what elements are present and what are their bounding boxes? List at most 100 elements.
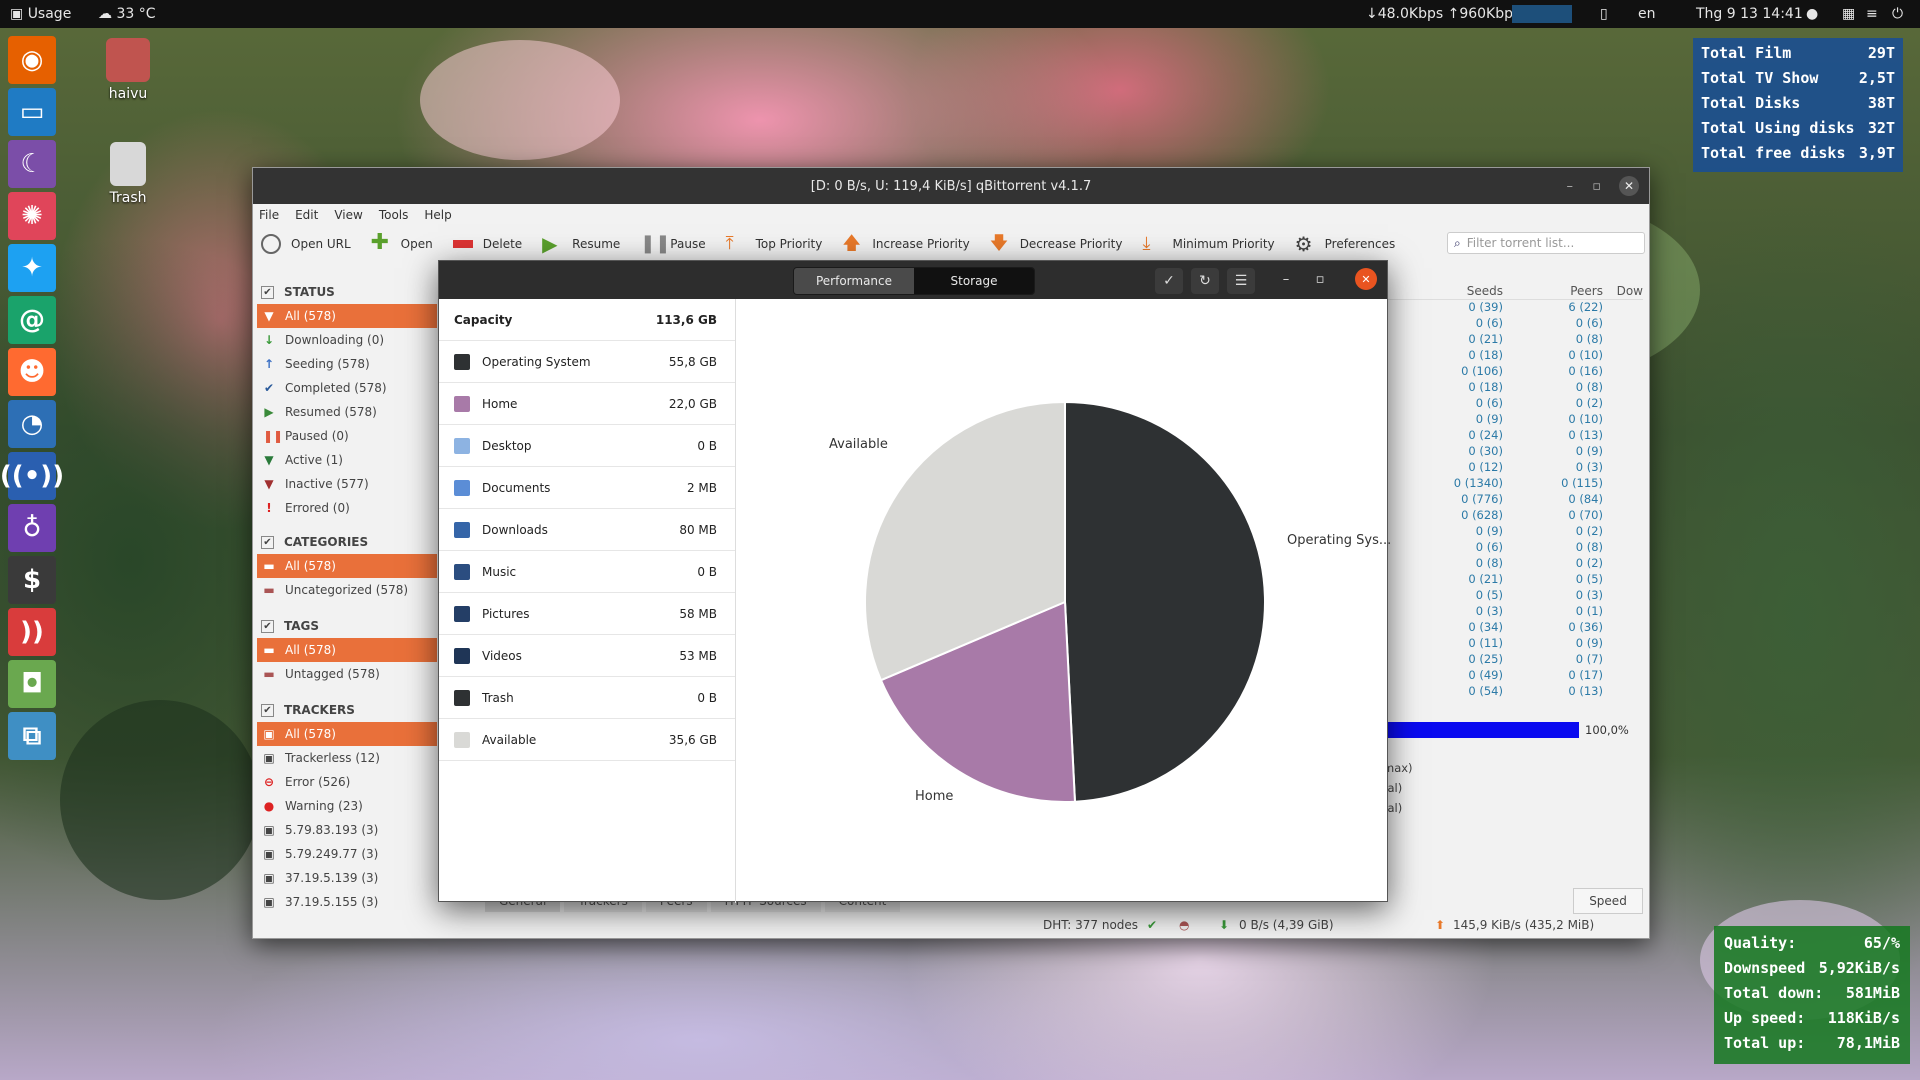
twitter-icon[interactable]: ✦	[8, 244, 56, 292]
record-dot-icon[interactable]: ●	[1806, 6, 1818, 22]
filter-input[interactable]: ⌕ Filter torrent list...	[1447, 232, 1645, 254]
net-speed[interactable]: ↓48.0Kbps ↑960Kbps	[1366, 6, 1520, 22]
tracker-trackerless[interactable]: ▣ Trackerless (12)	[257, 746, 437, 770]
tracker-host[interactable]: ▣ 5.79.249.77 (3)	[257, 842, 437, 866]
table-row[interactable]: 0 (6) 0 (8)	[1383, 540, 1643, 556]
trackers-header[interactable]: ✔ TRACKERS	[257, 698, 437, 722]
table-row[interactable]: 0 (25) 0 (7)	[1383, 652, 1643, 668]
night-mode-icon[interactable]: ☾	[8, 140, 56, 188]
tracker-host[interactable]: ▣ 37.19.5.139 (3)	[257, 866, 437, 890]
lang-indicator[interactable]: en	[1638, 6, 1656, 22]
table-row[interactable]: 0 (3) 0 (1)	[1383, 604, 1643, 620]
speedometer-icon[interactable]: ◔	[8, 400, 56, 448]
status-active[interactable]: ▼ Active (1)	[257, 448, 437, 472]
power-icon[interactable]: ⏻	[1892, 6, 1903, 22]
close-icon[interactable]: ✕	[1355, 268, 1377, 290]
delete-button[interactable]: Delete	[452, 237, 522, 251]
menu-icon[interactable]: ☰	[1227, 268, 1255, 294]
gamepad-icon[interactable]: ◘	[8, 660, 56, 708]
table-row[interactable]: 0 (9) 0 (2)	[1383, 524, 1643, 540]
table-row[interactable]: 0 (34) 0 (36)	[1383, 620, 1643, 636]
menu-help[interactable]: Help	[424, 208, 451, 222]
table-row[interactable]: 0 (5) 0 (3)	[1383, 588, 1643, 604]
weather-indicator[interactable]: ☁ 33 °C	[98, 6, 156, 22]
settings-icon[interactable]: ≡	[1866, 6, 1878, 22]
maximize-icon[interactable]: ▫	[1592, 179, 1601, 194]
maximize-icon[interactable]: ▫	[1309, 268, 1331, 290]
tab-storage[interactable]: Storage	[914, 268, 1034, 294]
table-row[interactable]: 0 (628) 0 (70)	[1383, 508, 1643, 524]
speed-limit-icon[interactable]: ◓	[1179, 918, 1189, 932]
tag-all[interactable]: ▬ All (578)	[257, 638, 437, 662]
decrease-priority-button[interactable]: 🡇 Decrease Priority	[990, 234, 1123, 254]
table-row[interactable]: 0 (24) 0 (13)	[1383, 428, 1643, 444]
status-errored[interactable]: ! Errored (0)	[257, 496, 437, 520]
open-button[interactable]: ✚ Open	[371, 232, 433, 254]
table-row[interactable]: 0 (11) 0 (9)	[1383, 636, 1643, 652]
download-header[interactable]: Dow	[1603, 280, 1643, 299]
status-inactive[interactable]: ▼ Inactive (577)	[257, 472, 437, 496]
tracker-all[interactable]: ▣ All (578)	[257, 722, 437, 746]
table-row[interactable]: 0 (30) 0 (9)	[1383, 444, 1643, 460]
menu-file[interactable]: File	[259, 208, 279, 222]
storage-row[interactable]: Trash 0 B	[439, 677, 735, 719]
category-uncategorized[interactable]: ▬ Uncategorized (578)	[257, 578, 437, 602]
table-row[interactable]: 0 (106) 0 (16)	[1383, 364, 1643, 380]
preferences-button[interactable]: ⚙ Preferences	[1295, 234, 1396, 254]
category-all[interactable]: ▬ All (578)	[257, 554, 437, 578]
storage-row[interactable]: Home 22,0 GB	[439, 383, 735, 425]
minimum-priority-button[interactable]: ⤓ Minimum Priority	[1142, 234, 1274, 254]
peers-header[interactable]: Peers	[1503, 280, 1603, 299]
tags-header[interactable]: ✔ TAGS	[257, 614, 437, 638]
status-seeding[interactable]: ↑ Seeding (578)	[257, 352, 437, 376]
table-row[interactable]: 0 (18) 0 (10)	[1383, 348, 1643, 364]
storage-row[interactable]: Operating System 55,8 GB	[439, 341, 735, 383]
broadcast-icon[interactable]: ((•))	[0, 452, 64, 500]
table-row[interactable]: 0 (21) 0 (8)	[1383, 332, 1643, 348]
usage-indicator[interactable]: ▣ Usage	[10, 6, 71, 22]
status-header[interactable]: ✔ STATUS	[257, 280, 437, 304]
speed-button[interactable]: Speed	[1573, 888, 1643, 914]
table-row[interactable]: 0 (54) 0 (13)	[1383, 684, 1643, 700]
tracker-host[interactable]: ▣ 5.79.83.193 (3)	[257, 818, 437, 842]
table-row[interactable]: 0 (21) 0 (5)	[1383, 572, 1643, 588]
menu-view[interactable]: View	[334, 208, 362, 222]
open-url-button[interactable]: Open URL	[261, 234, 351, 254]
pause-button[interactable]: ❚❚ Pause	[640, 234, 705, 254]
status-completed[interactable]: ✔ Completed (578)	[257, 376, 437, 400]
minimize-icon[interactable]: –	[1275, 268, 1297, 290]
table-row[interactable]: 0 (8) 0 (2)	[1383, 556, 1643, 572]
screenshot-icon[interactable]: ⧉	[8, 712, 56, 760]
firefox-icon[interactable]: ◉	[8, 36, 56, 84]
table-row[interactable]: 0 (6) 0 (2)	[1383, 396, 1643, 412]
table-row[interactable]: 0 (18) 0 (8)	[1383, 380, 1643, 396]
top-priority-button[interactable]: ⤒ Top Priority	[726, 234, 823, 254]
status-downloading[interactable]: ↓ Downloading (0)	[257, 328, 437, 352]
menu-tools[interactable]: Tools	[379, 208, 409, 222]
storage-row[interactable]: Downloads 80 MB	[439, 509, 735, 551]
table-row[interactable]: 0 (1340) 0 (115)	[1383, 476, 1643, 492]
categories-header[interactable]: ✔ CATEGORIES	[257, 530, 437, 554]
desktop-home-folder[interactable]: haivu	[88, 38, 168, 102]
table-row[interactable]: 0 (39) 6 (22)	[1383, 300, 1643, 316]
files-icon[interactable]: ▭	[8, 88, 56, 136]
seeds-header[interactable]: Seeds	[1383, 280, 1503, 299]
status-resumed[interactable]: ▶ Resumed (578)	[257, 400, 437, 424]
storage-row[interactable]: Pictures 58 MB	[439, 593, 735, 635]
terminal-money-icon[interactable]: $	[8, 556, 56, 604]
table-row[interactable]: 0 (6) 0 (6)	[1383, 316, 1643, 332]
storage-row[interactable]: Documents 2 MB	[439, 467, 735, 509]
storage-row[interactable]: Desktop 0 B	[439, 425, 735, 467]
resume-button[interactable]: ▶ Resume	[542, 234, 620, 254]
minimize-icon[interactable]: –	[1567, 179, 1574, 194]
podcast-icon[interactable]: ♁	[8, 504, 56, 552]
storage-row[interactable]: Available 35,6 GB	[439, 719, 735, 761]
tracker-error[interactable]: ⊖ Error (526)	[257, 770, 437, 794]
close-icon[interactable]: ✕	[1619, 176, 1639, 196]
tracker-host[interactable]: ▣ 37.19.5.155 (3)	[257, 890, 437, 914]
status-paused[interactable]: ❚❚ Paused (0)	[257, 424, 437, 448]
pinwheel-icon[interactable]: ✺	[8, 192, 56, 240]
rss-icon[interactable]: ))	[8, 608, 56, 656]
storage-row[interactable]: Videos 53 MB	[439, 635, 735, 677]
storage-row[interactable]: Music 0 B	[439, 551, 735, 593]
